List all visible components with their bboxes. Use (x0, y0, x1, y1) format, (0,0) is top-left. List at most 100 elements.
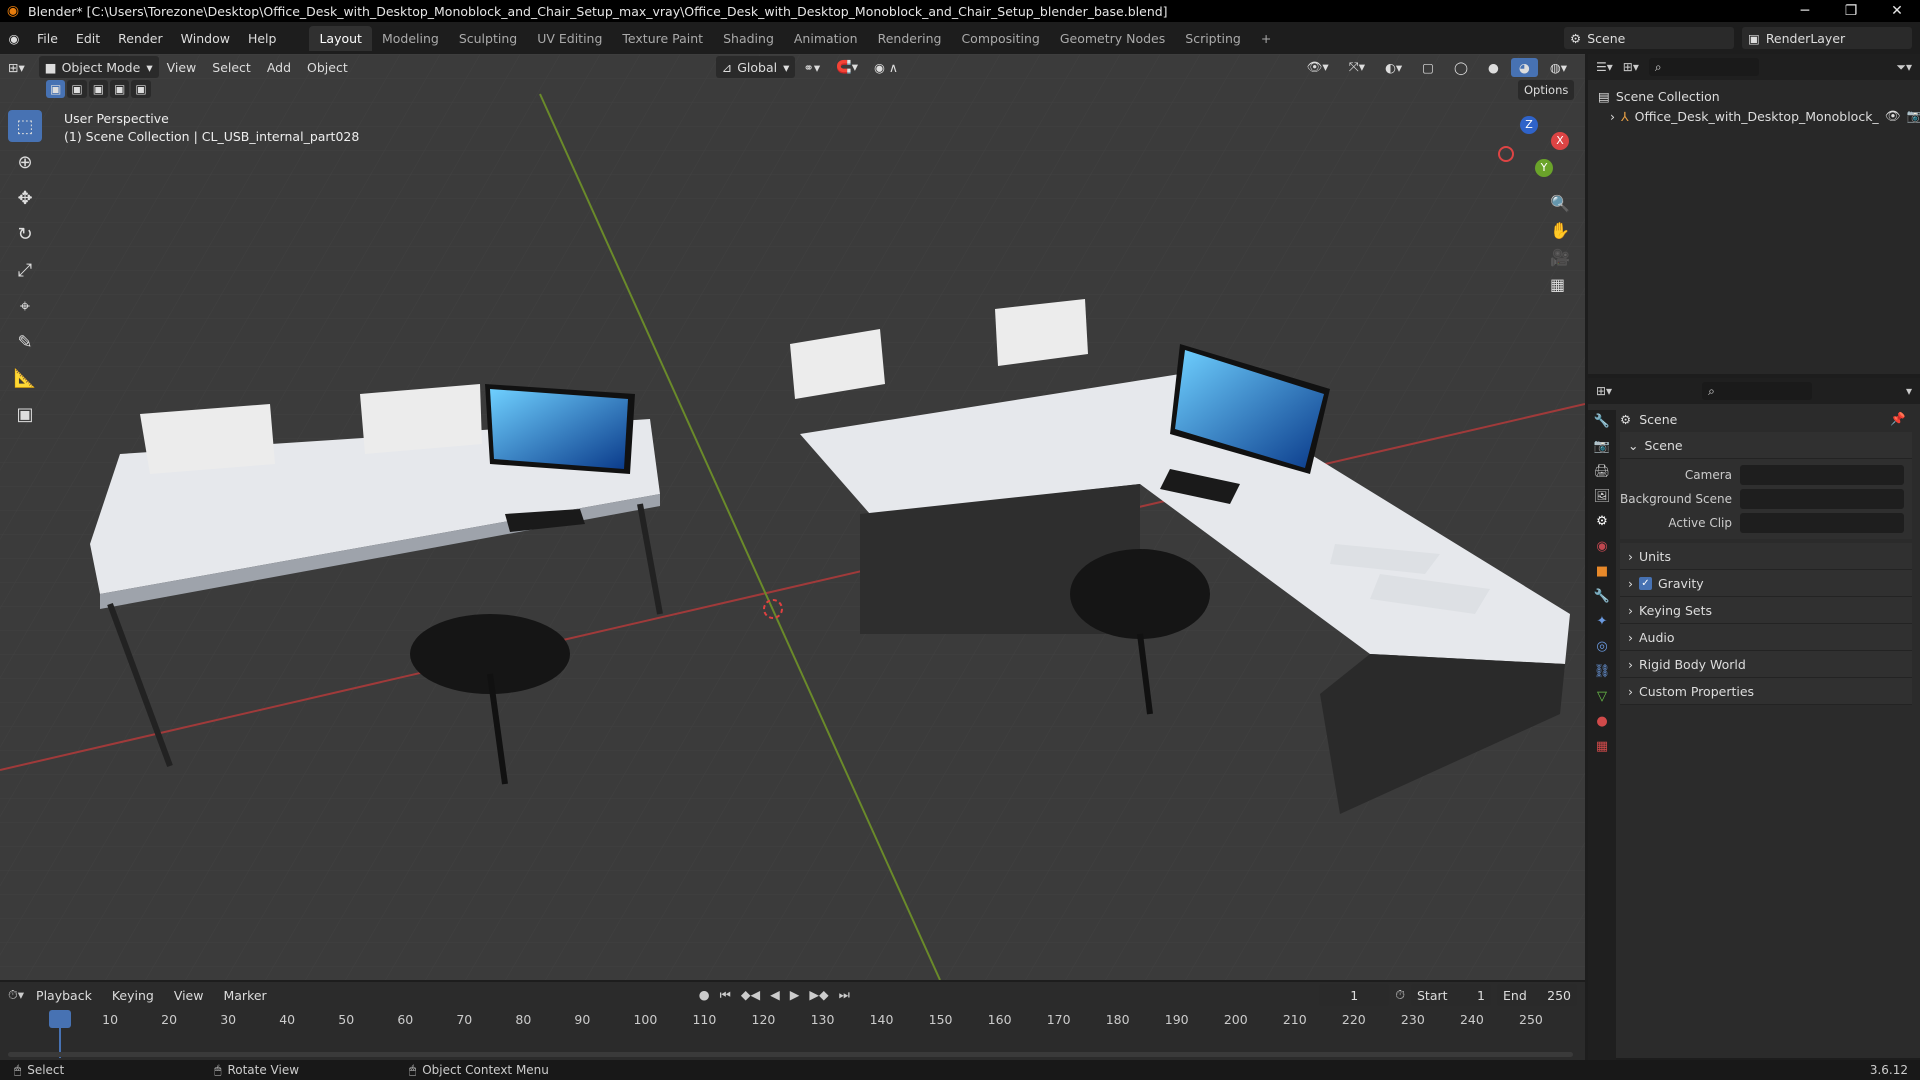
filter-icon[interactable]: ⏷▾ (1896, 60, 1912, 75)
tab-shading[interactable]: Shading (713, 26, 784, 51)
particles-tab-icon[interactable]: ✦ (1597, 614, 1608, 629)
expand-arrow-icon[interactable]: › (1610, 109, 1615, 124)
panel-gravity[interactable]: › ✓ Gravity (1620, 570, 1912, 597)
editor-type-icon[interactable]: ⊞▾ (0, 58, 33, 77)
background-scene-field[interactable] (1740, 489, 1904, 509)
tab-uv-editing[interactable]: UV Editing (527, 26, 612, 51)
tool-tab-icon[interactable]: 🔧 (1594, 414, 1610, 429)
outliner-editor-icon[interactable]: ☰▾ (1596, 60, 1613, 74)
modifier-tab-icon[interactable]: 🔧 (1594, 589, 1610, 604)
scene-tab-icon[interactable]: ⚙ (1596, 514, 1608, 529)
zoom-icon[interactable]: 🔍 (1550, 194, 1570, 213)
properties-search-input[interactable]: ⌕ (1702, 382, 1813, 400)
view-layer-tab-icon[interactable]: 🖼 (1594, 489, 1611, 504)
menu-render[interactable]: Render (109, 31, 172, 46)
eye-icon[interactable]: 👁 (1885, 108, 1901, 124)
tab-rendering[interactable]: Rendering (868, 26, 952, 51)
menu-select[interactable]: Select (204, 58, 259, 77)
pivot-icon[interactable]: ⚭▾ (795, 58, 828, 77)
render-camera-icon[interactable]: 📷 (1907, 108, 1920, 124)
camera-field[interactable] (1740, 465, 1904, 485)
outliner-row-collection[interactable]: ▤ Scene Collection (1598, 86, 1910, 106)
panel-scene-header[interactable]: ⌄ Scene (1620, 432, 1912, 459)
transform-tool[interactable]: ⌖ (8, 290, 42, 322)
playhead[interactable] (49, 1010, 71, 1028)
panel-audio[interactable]: › Audio (1620, 624, 1912, 651)
gizmo-toggle-icon[interactable]: ⤧▾ (1341, 57, 1373, 77)
timeline-scrollbar[interactable] (8, 1052, 1573, 1057)
menu-help[interactable]: Help (239, 31, 286, 46)
measure-tool[interactable]: 📐 (8, 362, 42, 394)
pan-hand-icon[interactable]: ✋ (1550, 221, 1570, 240)
menu-edit[interactable]: Edit (67, 31, 109, 46)
shading-rendered-icon[interactable]: ◍▾ (1542, 58, 1575, 77)
overlay-toggle-icon[interactable]: ◐▾ (1377, 58, 1410, 77)
panel-rigid-body-world[interactable]: › Rigid Body World (1620, 651, 1912, 678)
select-new-icon[interactable]: ▣ (46, 80, 66, 98)
outliner-search-input[interactable]: ⌕ (1648, 58, 1759, 76)
data-tab-icon[interactable]: ▽ (1597, 689, 1607, 704)
shading-wireframe-icon[interactable]: ◯ (1446, 58, 1476, 77)
ortho-grid-icon[interactable]: ▦ (1550, 275, 1570, 294)
panel-custom-properties[interactable]: › Custom Properties (1620, 678, 1912, 705)
select-intersect-icon[interactable]: ▣ (131, 80, 151, 98)
tab-scripting[interactable]: Scripting (1175, 26, 1251, 51)
panel-units[interactable]: › Units (1620, 543, 1912, 570)
gizmo-x[interactable]: X (1551, 132, 1569, 150)
gizmo-y[interactable]: Y (1535, 159, 1553, 177)
world-tab-icon[interactable]: ◉ (1596, 539, 1607, 554)
transform-orientation[interactable]: ⊿ Global ▾ (715, 56, 796, 78)
tab-geometry-nodes[interactable]: Geometry Nodes (1050, 26, 1175, 51)
properties-editor-icon[interactable]: ⊞▾ (1596, 384, 1612, 398)
minimize-button[interactable]: ─ (1782, 3, 1828, 19)
tab-sculpting[interactable]: Sculpting (449, 26, 527, 51)
render-tab-icon[interactable]: 📷 (1594, 439, 1610, 454)
shading-solid-icon[interactable]: ● (1480, 58, 1507, 77)
gizmo-z[interactable]: Z (1520, 116, 1538, 134)
cursor-tool[interactable]: ⊕ (8, 146, 42, 178)
properties-options-icon[interactable]: ▾ (1906, 384, 1912, 398)
annotate-tool[interactable]: ✎ (8, 326, 42, 358)
select-subtract-icon[interactable]: ▣ (88, 80, 109, 98)
add-cube-tool[interactable]: ▣ (8, 398, 42, 430)
material-tab-icon[interactable]: ● (1596, 714, 1607, 729)
scale-tool[interactable]: ⤢ (8, 254, 42, 286)
outliner-display-icon[interactable]: ⊞▾ (1623, 60, 1639, 74)
timeline-ruler[interactable]: 1102030405060708090100110120130140150160… (0, 982, 1585, 1062)
outliner-row-object[interactable]: › ⅄ Office_Desk_with_Desktop_Monoblock_ … (1598, 106, 1920, 126)
texture-tab-icon[interactable]: ▦ (1596, 739, 1608, 754)
options-button[interactable]: Options (1518, 80, 1575, 100)
mode-selector[interactable]: ■ Object Mode ▾ (38, 56, 159, 78)
snap-icon[interactable]: 🧲▾ (828, 57, 866, 77)
active-clip-field[interactable] (1740, 513, 1904, 533)
scene-selector[interactable]: ⚙ Scene (1564, 27, 1734, 49)
rotate-tool[interactable]: ↻ (8, 218, 42, 250)
blender-menu-icon[interactable]: ◉ (0, 31, 28, 46)
output-tab-icon[interactable]: 🖨 (1594, 464, 1611, 479)
tab-modeling[interactable]: Modeling (372, 26, 449, 51)
renderlayer-selector[interactable]: ▣ RenderLayer (1742, 27, 1912, 49)
maximize-button[interactable]: ❐ (1828, 3, 1874, 19)
select-invert-icon[interactable]: ▣ (110, 80, 130, 98)
gravity-checkbox[interactable]: ✓ (1639, 576, 1652, 590)
object-tab-icon[interactable]: ■ (1596, 564, 1608, 579)
menu-object[interactable]: Object (299, 58, 356, 77)
menu-window[interactable]: Window (172, 31, 239, 46)
menu-view[interactable]: View (159, 58, 205, 77)
visibility-icon[interactable]: 👁▾ (1299, 57, 1337, 77)
select-extend-icon[interactable]: ▣ (67, 80, 87, 98)
menu-add[interactable]: Add (259, 58, 299, 77)
pin-icon[interactable]: 📌 (1890, 411, 1906, 427)
camera-view-icon[interactable]: 🎥 (1550, 248, 1570, 267)
tab-animation[interactable]: Animation (784, 26, 868, 51)
proportional-edit-icon[interactable]: ◉ ∧ (866, 58, 906, 77)
gizmo-neg-x[interactable] (1498, 146, 1514, 162)
tab-texture-paint[interactable]: Texture Paint (612, 26, 713, 51)
menu-file[interactable]: File (28, 31, 67, 46)
shading-material-icon[interactable]: ◕ (1510, 57, 1538, 77)
panel-keying-sets[interactable]: › Keying Sets (1620, 597, 1912, 624)
3d-viewport[interactable]: ⬚ ⊕ ✥ ↻ ⤢ ⌖ ✎ 📐 ▣ User Perspective (1) S… (0, 54, 1585, 980)
close-button[interactable]: ✕ (1874, 3, 1920, 19)
add-workspace-button[interactable]: + (1251, 26, 1281, 51)
select-box-tool[interactable]: ⬚ (8, 110, 42, 142)
